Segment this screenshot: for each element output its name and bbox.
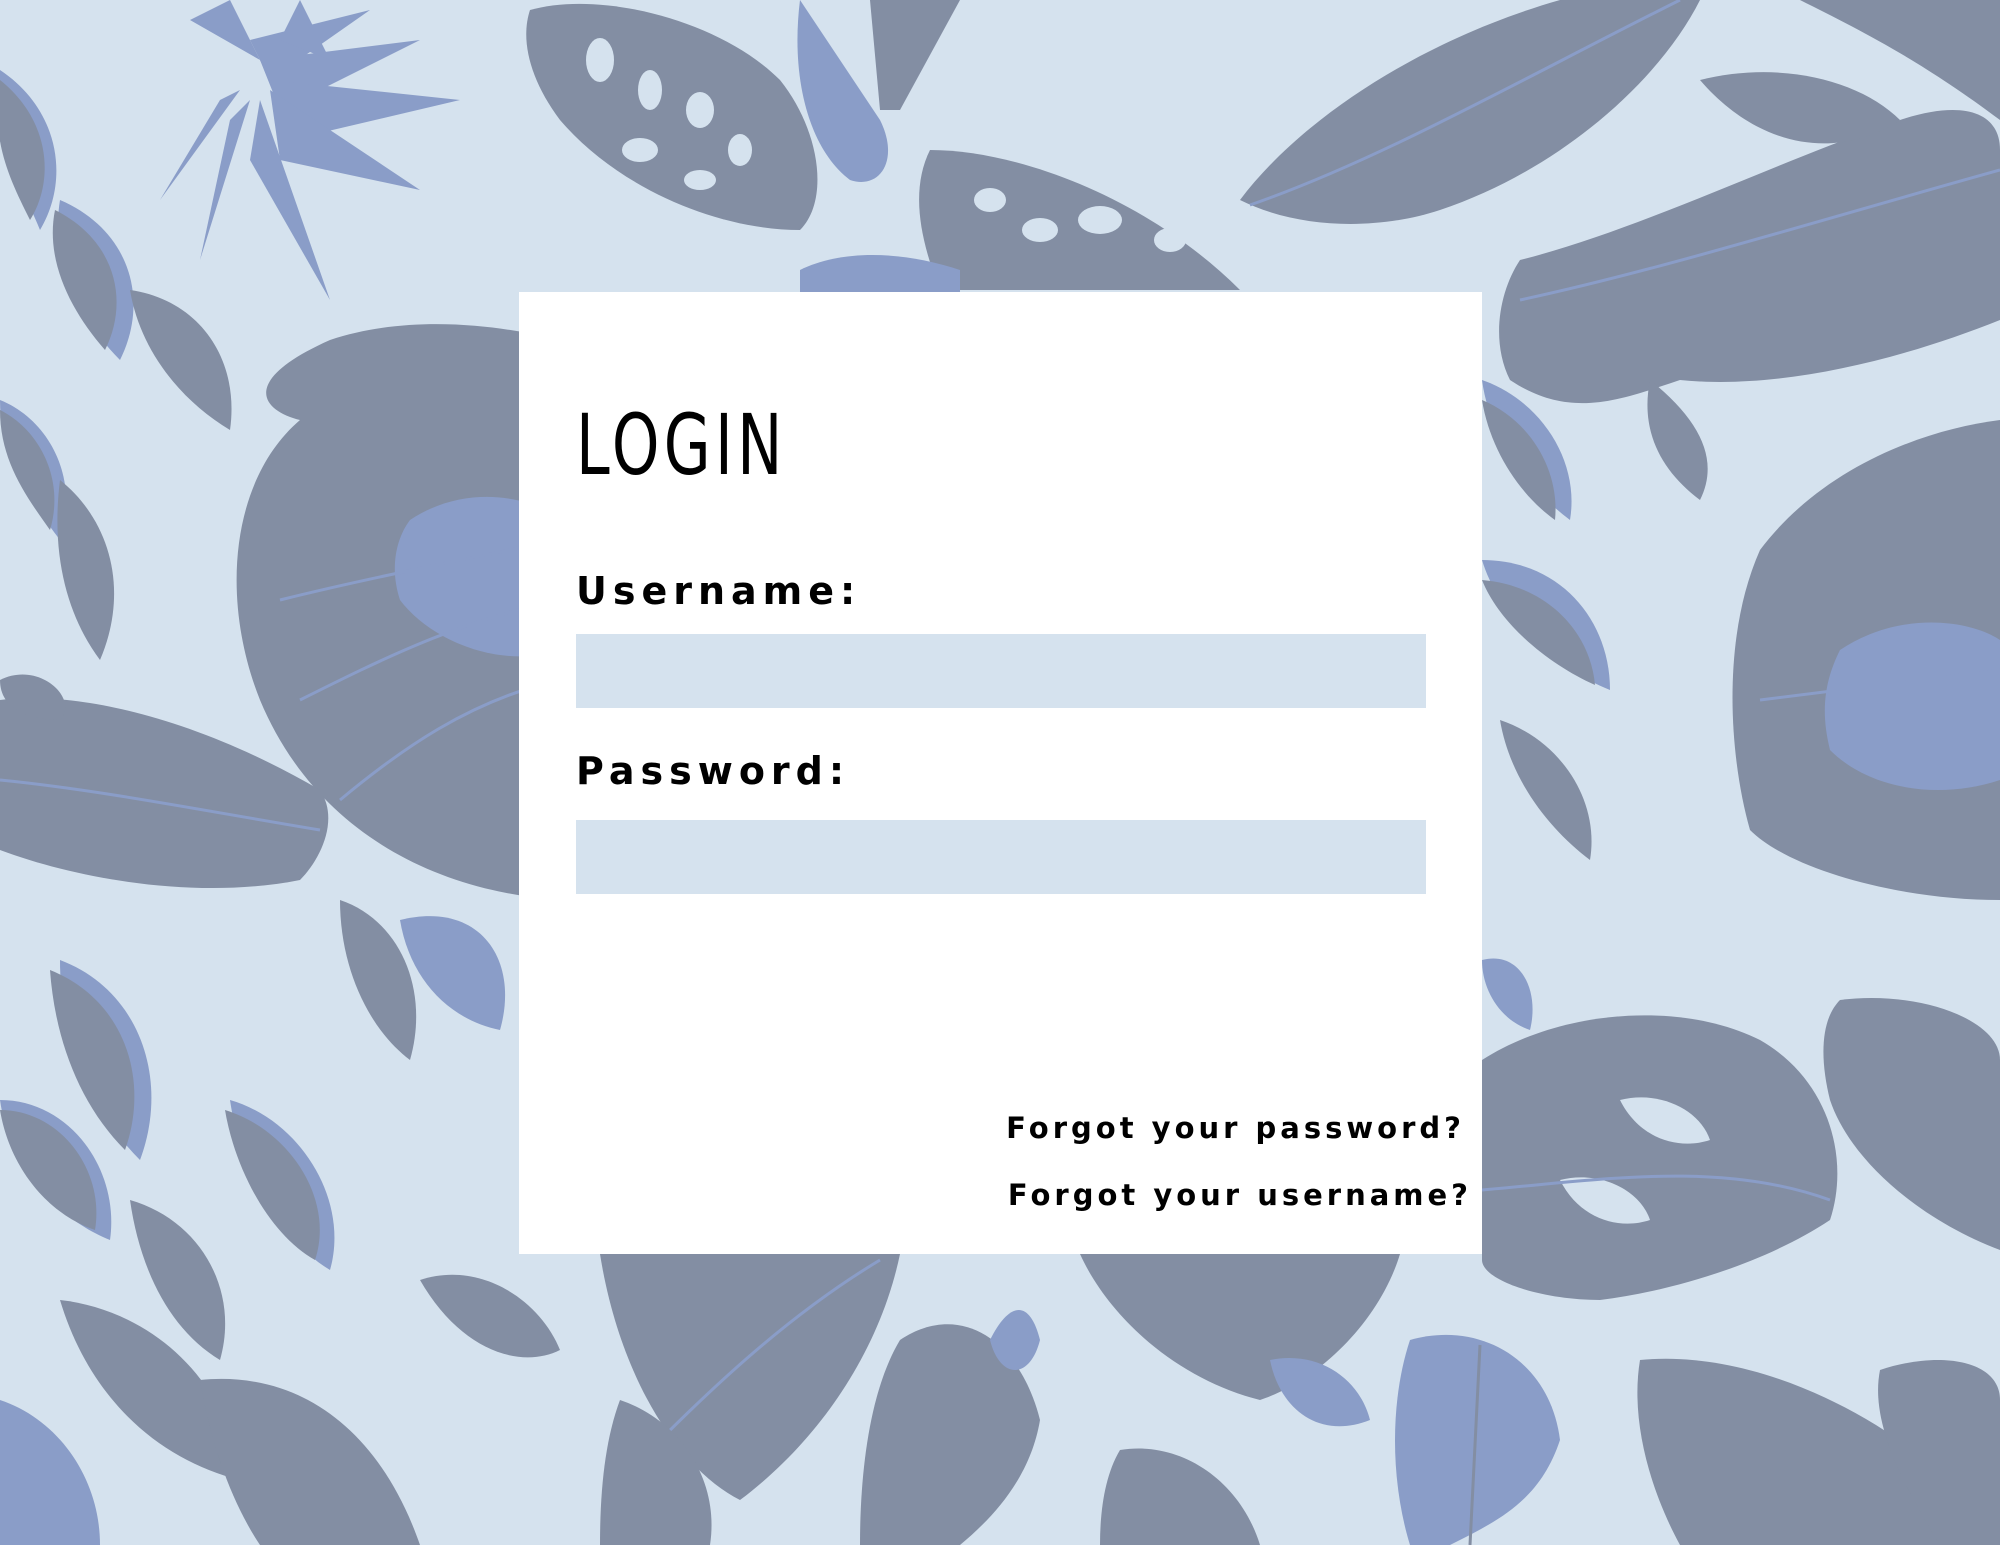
leaf-cluster-left xyxy=(0,70,232,660)
username-label: Username: xyxy=(576,569,862,613)
login-page: LOGIN Username: Password: Forgot your pa… xyxy=(0,0,2000,1545)
leaf-cluster-bottom-center xyxy=(600,1254,1560,1545)
username-input[interactable] xyxy=(576,634,1426,708)
spotted-leaf-top-center xyxy=(526,0,1240,292)
forgot-password-link[interactable]: Forgot your password? xyxy=(1006,1114,1465,1143)
round-leaf-right xyxy=(1732,420,2000,900)
password-label: Password: xyxy=(576,749,851,793)
login-title: LOGIN xyxy=(576,396,787,494)
password-input[interactable] xyxy=(576,820,1426,894)
palm-frond-top-left xyxy=(160,0,460,300)
leaf-cluster-bottom-left xyxy=(0,900,560,1545)
leaf-cluster-right xyxy=(1482,380,1610,1030)
login-card: LOGIN Username: Password: Forgot your pa… xyxy=(519,292,1482,1254)
forgot-username-link[interactable]: Forgot your username? xyxy=(1008,1181,1472,1210)
monstera-leaf-bottom-right xyxy=(1481,998,2000,1545)
